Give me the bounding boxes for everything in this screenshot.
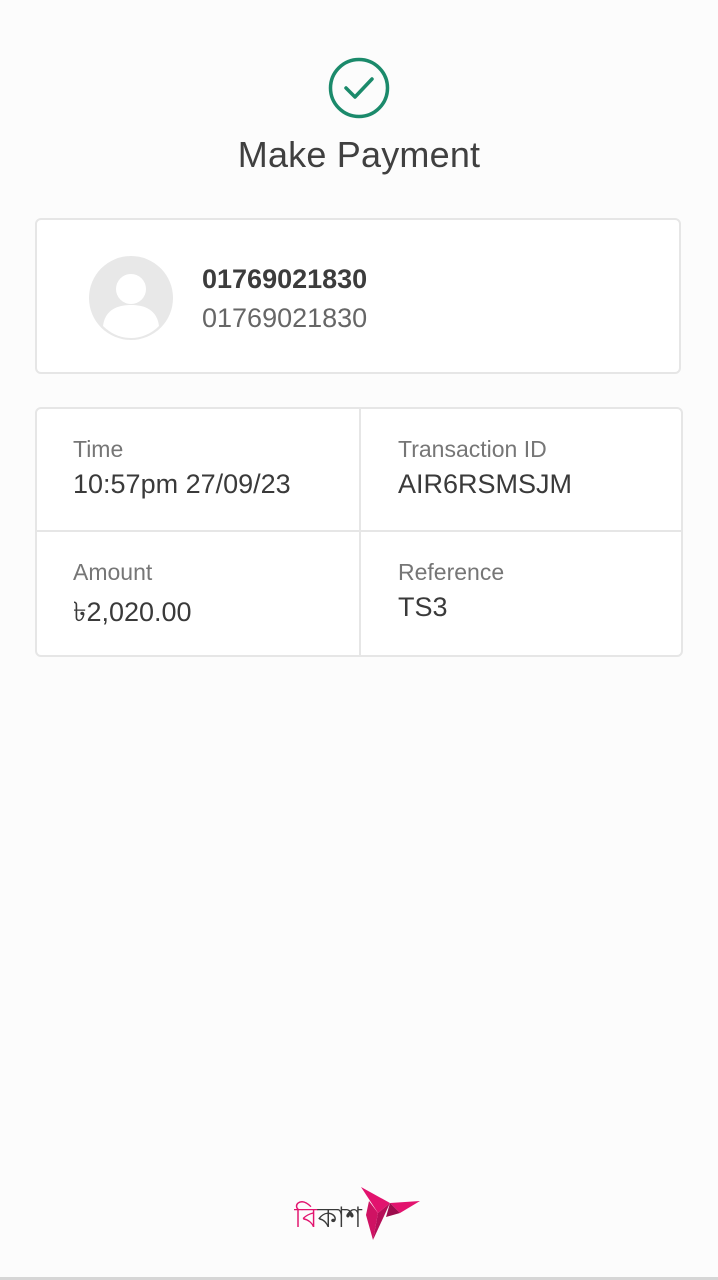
recipient-name: 01769021830 [202,264,368,294]
recipient-number: 01769021830 [202,303,368,333]
origami-bird-icon [361,1187,420,1240]
avatar [89,256,173,340]
reference-value: TS3 [398,592,448,622]
transaction-details-card: Time 10:57pm 27/09/23 Transaction ID AIR… [35,407,683,657]
transaction-id-cell: Transaction ID AIR6RSMSJM [398,436,698,500]
check-circle-icon [328,57,390,119]
time-value: 10:57pm 27/09/23 [73,469,291,499]
bkash-logo: বিকাশ [294,1187,420,1240]
bkash-wordmark: বিকাশ [294,1201,362,1234]
time-cell: Time 10:57pm 27/09/23 [73,436,373,500]
amount-cell: Amount ৳2,020.00 [73,559,373,637]
transaction-id-label: Transaction ID [398,436,547,462]
reference-label: Reference [398,559,505,585]
amount-label: Amount [73,559,153,585]
reference-cell: Reference TS3 [398,559,698,623]
person-icon [103,274,159,338]
transaction-id-value: AIR6RSMSJM [398,469,573,499]
amount-value: ৳2,020.00 [73,597,192,627]
payment-confirmation-screen: Make Payment 01769021830 01769021830 Tim… [0,0,718,1280]
recipient-card: 01769021830 01769021830 [35,218,681,374]
time-label: Time [73,436,124,462]
row-divider [37,530,681,532]
page-title: Make Payment [237,134,481,175]
